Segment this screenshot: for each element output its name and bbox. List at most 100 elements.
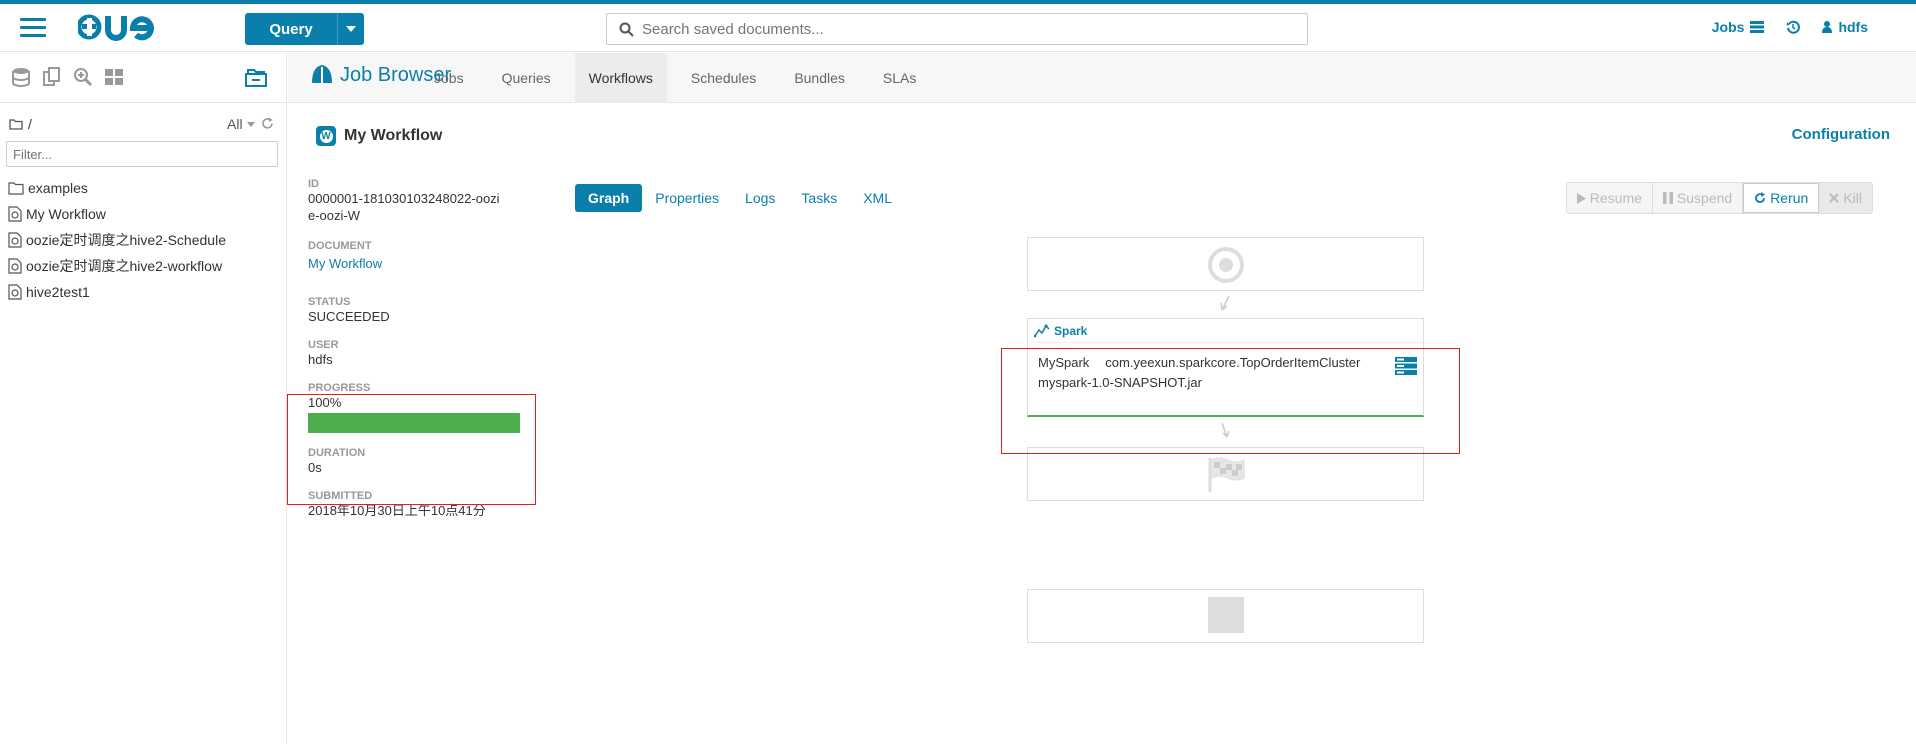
tab-graph[interactable]: Graph [575, 184, 643, 212]
open-folder-icon[interactable] [244, 66, 268, 88]
list-item[interactable]: hive2test1 [0, 279, 286, 305]
folder-open-icon[interactable] [9, 118, 23, 130]
prop-status: STATUS SUCCEEDED [308, 296, 528, 325]
highlight-box-spark-action [1001, 348, 1460, 454]
list-item-label: examples [28, 180, 88, 196]
suspend-label: Suspend [1676, 190, 1733, 206]
folder-icon [8, 182, 24, 195]
workflow-title: My Workflow [344, 127, 443, 144]
tab-queries[interactable]: Queries [488, 53, 565, 103]
workflow-subtabs: Graph Properties Logs Tasks XML [575, 184, 905, 212]
user-icon [1822, 21, 1833, 33]
page-title: W My Workflow [316, 126, 442, 146]
prop-label: PROGRESS [308, 382, 371, 394]
rerun-button[interactable]: Rerun [1743, 183, 1820, 213]
assist-filter-box[interactable] [6, 141, 278, 167]
list-item[interactable]: oozie定时调度之hive2-workflow [0, 253, 286, 279]
zoom-search-icon[interactable] [72, 66, 94, 88]
finish-flag-icon [1208, 457, 1245, 492]
rerun-label: Rerun [1770, 190, 1809, 206]
tab-slas[interactable]: SLAs [869, 53, 930, 103]
search-icon [619, 22, 634, 37]
workflow-doc-icon [8, 284, 22, 300]
resume-button[interactable]: Resume [1567, 183, 1653, 213]
assist-path[interactable]: / [28, 116, 32, 132]
database-icon[interactable] [10, 66, 32, 88]
workflow-id-line-2: e-oozi-W [308, 208, 361, 223]
user-menu[interactable]: hdfs [1822, 19, 1868, 35]
assist-filter-dropdown[interactable]: All [227, 116, 243, 132]
tab-bundles[interactable]: Bundles [780, 53, 859, 103]
start-target-icon [1208, 247, 1244, 283]
prop-label: ID [308, 178, 319, 190]
grid-apps-icon[interactable] [103, 66, 125, 88]
left-assist-panel: / All examples My Workflow oozie定时调度之hiv… [0, 53, 287, 744]
document-link[interactable]: My Workflow [308, 255, 528, 272]
assist-icon-bar [0, 53, 286, 103]
kill-button[interactable]: Kill [1819, 183, 1872, 213]
tab-logs[interactable]: Logs [732, 184, 788, 212]
end-node[interactable] [1027, 447, 1424, 501]
hue-logo[interactable] [78, 10, 178, 44]
job-browser-navbar: Job Browser Jobs Queries Workflows Sched… [288, 53, 1916, 103]
search-bar[interactable] [606, 13, 1308, 45]
list-item[interactable]: examples [0, 175, 286, 201]
close-icon [1829, 193, 1840, 203]
user-value: hdfs [308, 352, 333, 367]
search-input[interactable] [642, 20, 1307, 38]
kill-label: Kill [1843, 190, 1862, 206]
assist-path-row: / All [0, 113, 286, 141]
jobs-link[interactable]: Jobs [1712, 19, 1765, 35]
prop-document: DOCUMENT My Workflow [308, 240, 528, 272]
jobs-list-icon [1750, 21, 1765, 33]
spark-label: Spark [1054, 323, 1088, 338]
history-icon[interactable] [1786, 20, 1801, 34]
tab-tasks[interactable]: Tasks [788, 184, 850, 212]
query-dropdown-chevron-icon[interactable] [338, 13, 364, 45]
tab-xml[interactable]: XML [850, 184, 905, 212]
list-item[interactable]: oozie定时调度之hive2-Schedule [0, 227, 286, 253]
workflow-badge-letter: W [319, 129, 333, 143]
tab-jobs[interactable]: Jobs [420, 53, 478, 103]
prop-label: STATUS [308, 296, 351, 308]
hamburger-menu-icon[interactable] [20, 18, 46, 38]
stop-square-icon [1208, 597, 1244, 633]
pause-icon [1662, 192, 1673, 204]
resume-label: Resume [1589, 190, 1642, 206]
top-header: Query Jobs hdfs [0, 4, 1916, 52]
job-browser-icon [312, 65, 332, 83]
tab-schedules[interactable]: Schedules [677, 53, 770, 103]
prop-user: USER hdfs [308, 339, 528, 368]
list-item-label: hive2test1 [26, 284, 90, 300]
query-button[interactable]: Query [245, 13, 338, 45]
spark-node-header: Spark [1028, 319, 1423, 343]
configuration-link[interactable]: Configuration [1792, 126, 1890, 143]
play-icon [1576, 192, 1586, 204]
workflow-doc-icon [8, 232, 22, 248]
assist-document-list: examples My Workflow oozie定时调度之hive2-Sch… [0, 175, 286, 305]
kill-node[interactable] [1027, 589, 1424, 643]
spark-icon [1034, 324, 1050, 337]
start-node[interactable] [1027, 237, 1424, 291]
workflow-badge-icon: W [316, 126, 336, 146]
list-item-label: oozie定时调度之hive2-Schedule [26, 232, 226, 248]
tab-workflows[interactable]: Workflows [574, 53, 667, 103]
workflow-actions: Resume Suspend Rerun Kill [1565, 182, 1873, 214]
chevron-down-icon[interactable] [247, 122, 255, 127]
rerun-icon [1755, 192, 1766, 204]
list-item[interactable]: My Workflow [0, 201, 286, 227]
status-value: SUCCEEDED [308, 309, 390, 324]
query-button-group: Query [245, 13, 364, 45]
job-browser-tabs: Jobs Queries Workflows Schedules Bundles… [420, 53, 940, 103]
refresh-icon[interactable] [261, 117, 274, 130]
documents-icon[interactable] [41, 66, 63, 88]
user-label: hdfs [1838, 19, 1868, 35]
suspend-button[interactable]: Suspend [1653, 183, 1744, 213]
list-item-label: oozie定时调度之hive2-workflow [26, 258, 223, 274]
prop-label: USER [308, 339, 339, 351]
tab-properties[interactable]: Properties [642, 184, 732, 212]
prop-id: ID 0000001-181030103248022-oozi e-oozi-W [308, 178, 528, 224]
workflow-doc-icon [8, 206, 22, 222]
jobs-label: Jobs [1711, 19, 1745, 35]
assist-filter-input[interactable] [13, 146, 277, 162]
